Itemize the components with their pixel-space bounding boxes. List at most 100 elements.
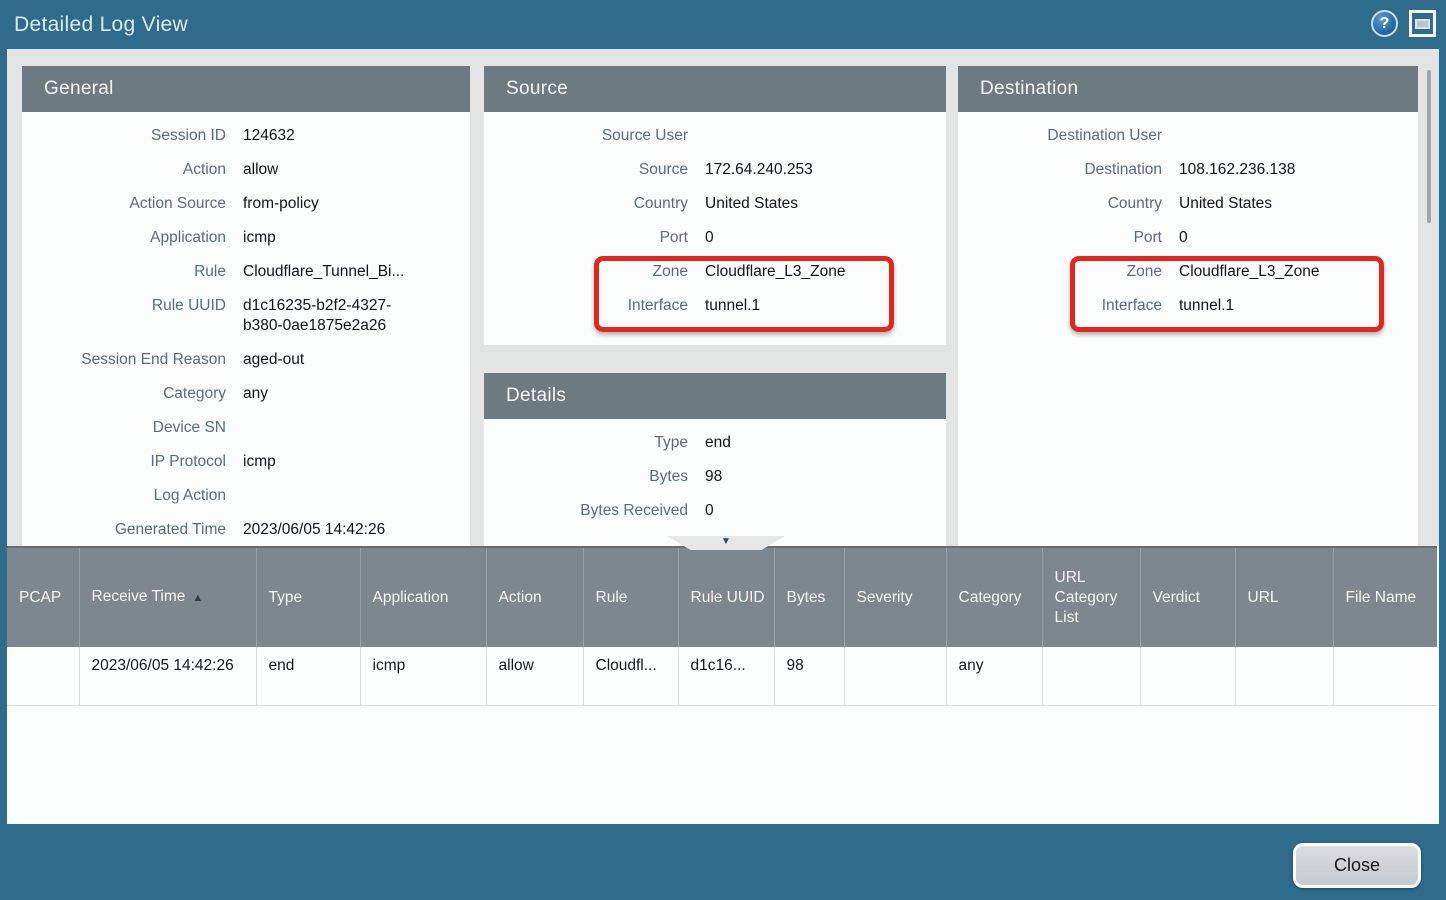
- column-header-url[interactable]: URL: [1235, 547, 1333, 647]
- details-panel-header: Details: [484, 373, 946, 419]
- field-row: Rule UUIDd1c16235-b2f2-4327-b380-0ae1875…: [22, 296, 470, 350]
- source-panel: Source Source User Source 172.64.240.253 Co…: [484, 66, 946, 345]
- cell-rule: Cloudfl...: [583, 647, 678, 705]
- field-value: d1c16235-b2f2-4327-b380-0ae1875e2a26: [243, 296, 421, 336]
- cell-rule-uuid: d1c16...: [678, 647, 774, 705]
- field-value: icmp: [243, 228, 421, 248]
- column-header-severity[interactable]: Severity: [844, 547, 946, 647]
- field-value: end: [705, 433, 946, 453]
- column-header-action[interactable]: Action: [486, 547, 583, 647]
- column-header-rule-uuid[interactable]: Rule UUID: [678, 547, 774, 647]
- field-label: Zone: [958, 262, 1162, 282]
- field-label: Source User: [484, 126, 688, 146]
- field-label: Port: [958, 228, 1162, 248]
- titlebar-icons: ?: [1371, 10, 1436, 37]
- cell-category: any: [946, 647, 1042, 705]
- cell-severity: [844, 647, 946, 705]
- field-value: 0: [1179, 228, 1418, 248]
- field-value: 172.64.240.253: [705, 160, 946, 180]
- field-value: 124632: [243, 126, 421, 146]
- field-label: Bytes Received: [484, 501, 688, 521]
- cell-bytes: 98: [774, 647, 844, 705]
- field-value: Cloudflare_Tunnel_Bi...: [243, 262, 421, 282]
- field-label: Session End Reason: [22, 350, 226, 370]
- general-panel-title: General: [44, 78, 114, 100]
- column-header-type[interactable]: Type: [256, 547, 360, 647]
- field-row: Actionallow: [22, 160, 470, 194]
- column-header-application[interactable]: Application: [360, 547, 486, 647]
- field-label: IP Protocol: [22, 452, 226, 472]
- cell-url-category-list: [1042, 647, 1140, 705]
- field-value: tunnel.1: [705, 296, 946, 316]
- field-value: aged-out: [243, 350, 421, 370]
- table-header-row: PCAPReceive Time▲TypeApplicationActionRu…: [7, 547, 1437, 647]
- field-row: Session End Reason aged-out: [22, 350, 470, 384]
- field-label: Destination User: [958, 126, 1162, 146]
- field-row: IP Protocol icmp: [22, 452, 470, 486]
- field-value: United States: [705, 194, 946, 214]
- log-table-region: ▼ PCAPReceive Time▲TypeApplicationAction…: [7, 546, 1439, 824]
- destination-panel-header: Destination: [958, 66, 1418, 112]
- cell-type: end: [256, 647, 360, 705]
- field-label: Zone: [484, 262, 688, 282]
- field-row: CountryUnited States: [484, 194, 946, 228]
- field-label: Generated Time: [22, 520, 226, 540]
- log-table-row[interactable]: 2023/06/05 14:42:26endicmpallowCloudfl..…: [7, 647, 1437, 705]
- field-label: Bytes: [484, 467, 688, 487]
- sort-ascending-icon: ▲: [192, 592, 203, 604]
- general-panel-header: General: [22, 66, 470, 112]
- field-value: 0: [705, 228, 946, 248]
- field-value: from-policy: [243, 194, 421, 214]
- field-row: Action Source from-policy: [22, 194, 470, 228]
- field-row: Interface tunnel.1: [484, 296, 946, 330]
- column-header-url-category-list[interactable]: URL Category List: [1042, 547, 1140, 647]
- field-value: United States: [1179, 194, 1418, 214]
- source-panel-title: Source: [506, 78, 568, 100]
- column-header-rule[interactable]: Rule: [583, 547, 678, 647]
- column-header-verdict[interactable]: Verdict: [1140, 547, 1235, 647]
- destination-panel-body: Destination User Destination108.162.236.1…: [958, 112, 1418, 546]
- panels-vertical-scrollbar[interactable]: [1427, 70, 1431, 223]
- help-icon[interactable]: ?: [1371, 10, 1398, 37]
- field-value: icmp: [243, 452, 421, 472]
- field-row: ZoneCloudflare_L3_Zone: [958, 262, 1418, 296]
- titlebar: Detailed Log View ?: [0, 0, 1446, 49]
- field-row: Destination108.162.236.138: [958, 160, 1418, 194]
- field-value: tunnel.1: [1179, 296, 1418, 316]
- column-header-receive-time[interactable]: Receive Time▲: [79, 547, 256, 647]
- column-header-file-name[interactable]: File Name: [1333, 547, 1437, 647]
- field-label: Device SN: [22, 418, 226, 438]
- field-row: Bytes Received 0: [484, 501, 946, 535]
- field-row: Generated Time2023/06/05 14:42:26: [22, 520, 470, 546]
- restore-window-icon[interactable]: [1409, 10, 1436, 37]
- log-entries-table: PCAPReceive Time▲TypeApplicationActionRu…: [7, 546, 1437, 706]
- cell-application: icmp: [360, 647, 486, 705]
- field-value: any: [243, 384, 421, 404]
- field-label: Destination: [958, 160, 1162, 180]
- field-label: Category: [22, 384, 226, 404]
- cell-verdict: [1140, 647, 1235, 705]
- field-row: Typeend: [484, 433, 946, 467]
- field-row: Destination User: [958, 126, 1418, 160]
- general-panel-body: Session ID124632ActionallowAction Source…: [22, 112, 470, 546]
- field-row: Bytes98: [484, 467, 946, 501]
- field-label: Interface: [484, 296, 688, 316]
- field-label: Source: [484, 160, 688, 180]
- help-icon-glyph: ?: [1380, 15, 1390, 33]
- field-label: Rule: [22, 262, 226, 282]
- field-row: ZoneCloudflare_L3_Zone: [484, 262, 946, 296]
- column-header-pcap[interactable]: PCAP: [7, 547, 79, 647]
- field-label: Action Source: [22, 194, 226, 214]
- field-value: allow: [243, 160, 421, 180]
- column-header-bytes[interactable]: Bytes: [774, 547, 844, 647]
- general-panel: General Session ID124632ActionallowActio…: [22, 66, 470, 546]
- column-header-category[interactable]: Category: [946, 547, 1042, 647]
- field-value: 0: [705, 501, 946, 521]
- close-button[interactable]: Close: [1293, 843, 1421, 888]
- cell-file-name: [1333, 647, 1437, 705]
- details-panel-title: Details: [506, 385, 566, 407]
- field-row: Source 172.64.240.253: [484, 160, 946, 194]
- field-label: Log Action: [22, 486, 226, 506]
- destination-panel: Destination Destination User Destination1…: [958, 66, 1418, 546]
- source-panel-body: Source User Source 172.64.240.253 CountryUn…: [484, 112, 946, 345]
